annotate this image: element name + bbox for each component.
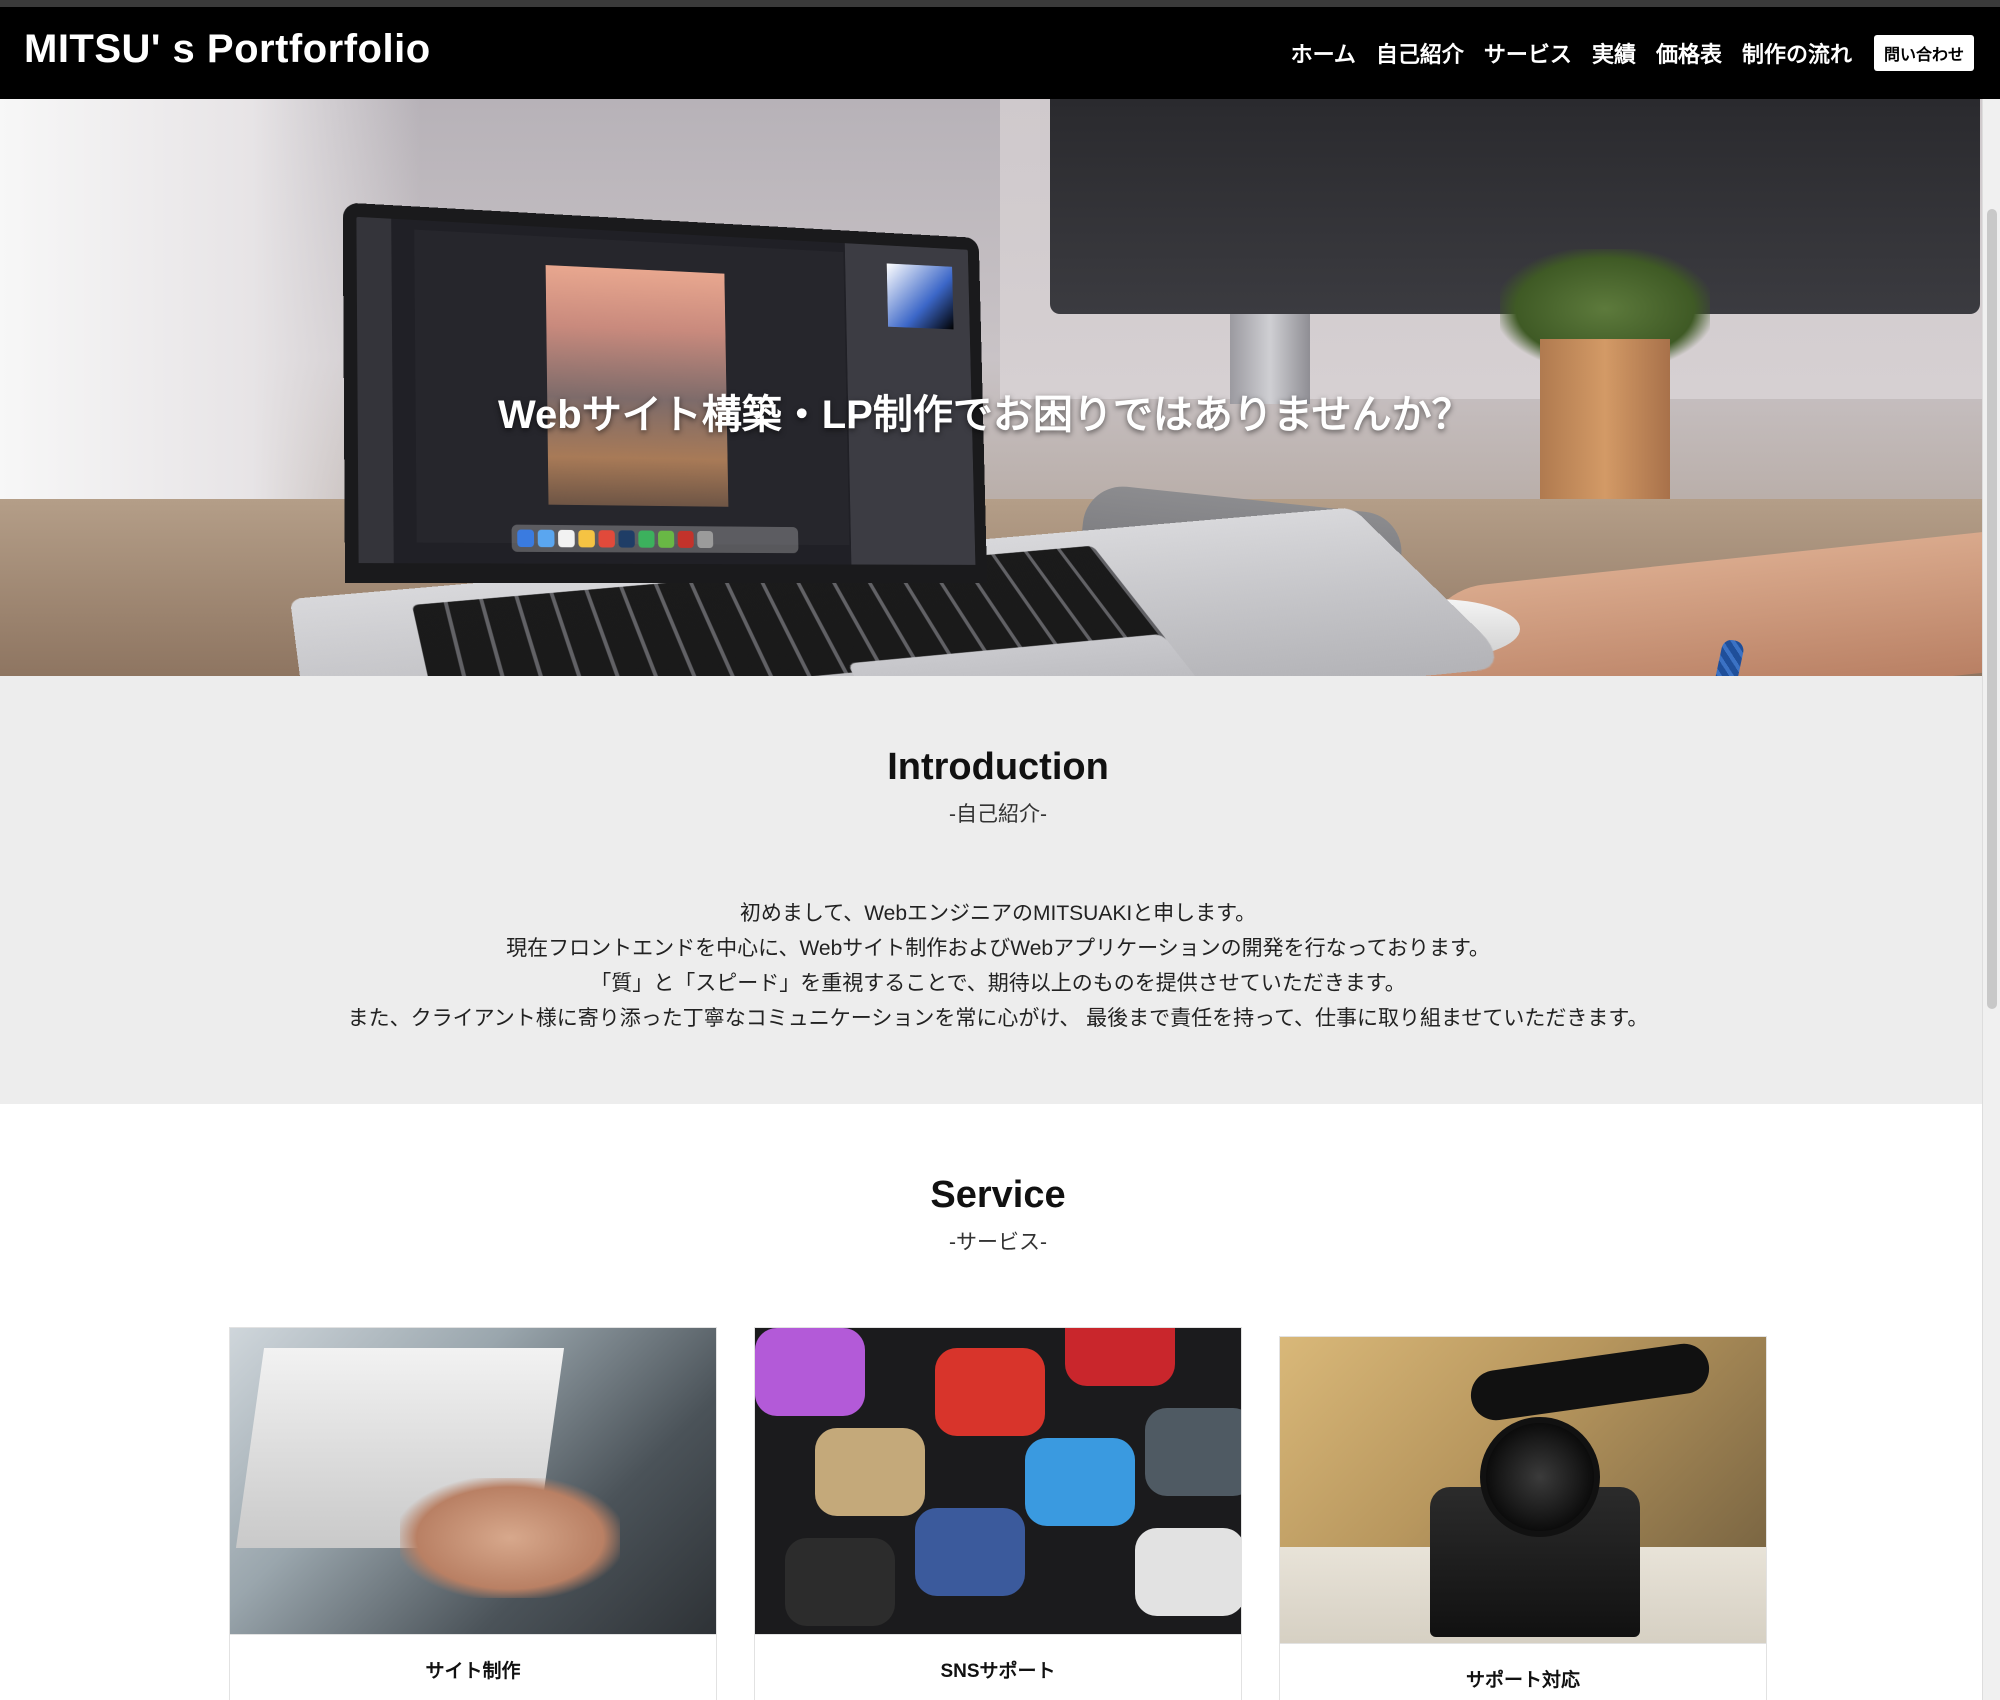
- vivino-icon: [1065, 1328, 1175, 1386]
- nav-item-home[interactable]: ホーム: [1291, 37, 1356, 69]
- service-card-sns[interactable]: SNSサポート: [754, 1327, 1242, 1700]
- vertical-scrollbar[interactable]: [1982, 99, 2000, 1700]
- nav-item-works[interactable]: 実績: [1592, 37, 1636, 69]
- introduction-line: 現在フロントエンドを中心に、Webサイト制作およびWebアプリケーションの開発を…: [506, 937, 1490, 960]
- chrome-icon: [598, 530, 615, 548]
- calendar-icon: [558, 529, 575, 548]
- phoster-icon: [785, 1538, 895, 1626]
- introduction-title: Introduction: [887, 746, 1109, 788]
- photoshop-photo: [545, 265, 729, 507]
- nav-item-service[interactable]: サービス: [1484, 37, 1572, 69]
- finder-icon: [517, 529, 535, 548]
- introduction-section: Introduction -自己紹介- 初めまして、WebエンジニアのMITSU…: [0, 676, 1982, 1104]
- introduction-body: 初めまして、WebエンジニアのMITSUAKIと申します。 現在フロントエンドを…: [0, 896, 1996, 1036]
- service-card-site[interactable]: サイト制作: [229, 1327, 717, 1700]
- itunes-icon: [755, 1328, 865, 1416]
- service-card-support[interactable]: サポート対応: [1279, 1336, 1767, 1700]
- page: MITSU' s Portforfolio ホーム 自己紹介 サービス 実績 価…: [0, 0, 2000, 1700]
- safari-icon: [537, 529, 555, 548]
- app-icon: [1135, 1528, 1241, 1616]
- photoshop-toolbar: [356, 216, 394, 564]
- photoshop-color-picker: [886, 263, 954, 330]
- service-card-label: SNSサポート: [755, 1634, 1241, 1700]
- contact-button[interactable]: 問い合わせ: [1873, 35, 1974, 71]
- nav-item-price[interactable]: 価格表: [1656, 37, 1722, 69]
- scrollbar-thumb[interactable]: [1987, 209, 1997, 1009]
- photoshop-icon: [618, 530, 635, 548]
- facebook-icon: [915, 1508, 1025, 1596]
- introduction-line: 初めまして、WebエンジニアのMITSUAKIと申します。: [739, 902, 1257, 925]
- hero-plant-pot: [1540, 339, 1670, 519]
- introduction-subtitle: -自己紹介-: [949, 803, 1047, 826]
- service-card-image-laptop: [230, 1328, 716, 1634]
- service-card-image-telephone: [1280, 1337, 1766, 1643]
- telephone-handset: [1467, 1340, 1713, 1424]
- introduction-line: 「質」と「スピード」を重視することで、期待以上のものを提供させていただきます。: [590, 972, 1406, 995]
- instagram-icon: [815, 1428, 925, 1516]
- nav-item-introduction[interactable]: 自己紹介: [1376, 37, 1464, 69]
- window-top-strip: [0, 0, 2000, 7]
- main-nav: ホーム 自己紹介 サービス 実績 価格表 制作の流れ 問い合わせ: [1291, 35, 1974, 71]
- site-header: MITSU' s Portforfolio ホーム 自己紹介 サービス 実績 価…: [0, 7, 2000, 99]
- trash-icon: [697, 530, 714, 549]
- introduction-line: また、クライアント様に寄り添った丁寧なコミュニケーションを常に心がけ、 最後まで…: [347, 1007, 1649, 1030]
- service-section: Service -サービス- サイト制作 SNSサポート サポート対応: [0, 1104, 1982, 1700]
- game-center-icon: [1145, 1408, 1241, 1496]
- twitter-icon: [1025, 1438, 1135, 1526]
- typing-hands: [400, 1478, 620, 1598]
- filezilla-icon: [677, 530, 694, 548]
- hero-section: Webサイト構築・LP制作でお困りではありませんか？: [0, 99, 1982, 676]
- messages-icon: [657, 530, 675, 548]
- service-subtitle: -サービス-: [949, 1231, 1047, 1254]
- hero-imac-stand: [1230, 314, 1310, 404]
- service-card-label: サポート対応: [1280, 1643, 1766, 1700]
- sketch-icon: [578, 530, 595, 548]
- nav-item-flow[interactable]: 制作の流れ: [1742, 37, 1852, 69]
- site-title[interactable]: MITSU' s Portforfolio: [24, 27, 431, 72]
- service-card-image-apps: [755, 1328, 1241, 1634]
- photoshop-canvas: [414, 229, 850, 546]
- mac-dock: [511, 524, 799, 554]
- hero-heading: Webサイト構築・LP制作でお困りではありませんか？: [498, 393, 1472, 437]
- telephone-dial: [1480, 1417, 1600, 1537]
- yelp-icon: [935, 1348, 1045, 1436]
- spotify-icon: [638, 530, 655, 548]
- service-title: Service: [930, 1174, 1066, 1216]
- service-card-label: サイト制作: [230, 1634, 716, 1700]
